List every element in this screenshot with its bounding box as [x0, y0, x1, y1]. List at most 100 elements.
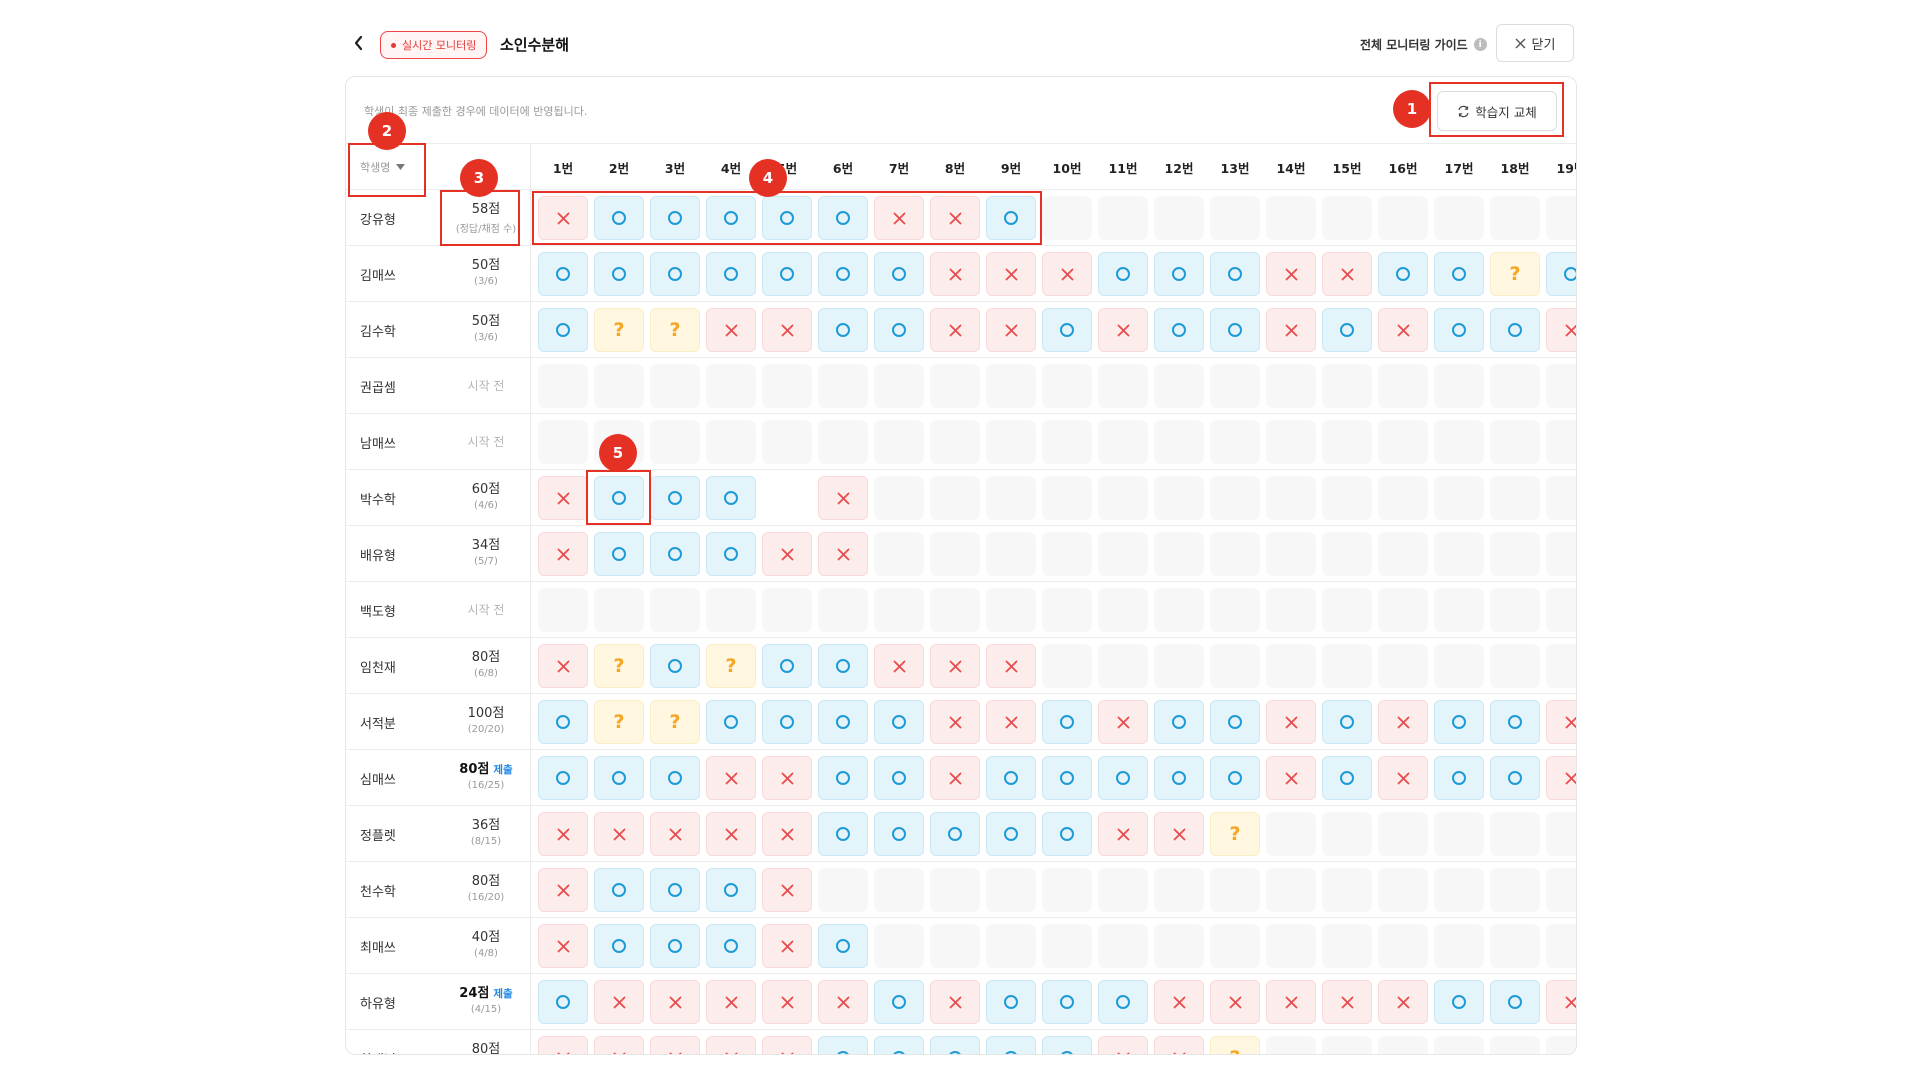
answer-cell-correct[interactable] — [818, 252, 868, 296]
answer-cell-wrong[interactable] — [1266, 252, 1316, 296]
answer-cell-unknown[interactable]: ? — [1210, 1036, 1260, 1054]
answer-cell-wrong[interactable] — [706, 812, 756, 856]
answer-cell-correct[interactable] — [1322, 756, 1372, 800]
answer-cell-unknown[interactable]: ? — [1490, 252, 1540, 296]
answer-cell-correct[interactable] — [1322, 700, 1372, 744]
answer-cell-wrong[interactable] — [1154, 1036, 1204, 1054]
answer-cell-wrong[interactable] — [1378, 756, 1428, 800]
answer-cell-correct[interactable] — [706, 868, 756, 912]
answer-cell-wrong[interactable] — [930, 308, 980, 352]
answer-cell-correct[interactable] — [1434, 308, 1484, 352]
student-name[interactable]: 김수학 — [360, 321, 396, 340]
answer-cell-correct[interactable] — [1042, 812, 1092, 856]
answer-cell-correct[interactable] — [650, 924, 700, 968]
answer-cell-correct[interactable] — [1378, 252, 1428, 296]
answer-cell-correct[interactable] — [538, 980, 588, 1024]
student-name[interactable]: 최매쓰 — [360, 937, 396, 956]
answer-cell-correct[interactable] — [986, 756, 1036, 800]
answer-cell-correct[interactable] — [1042, 308, 1092, 352]
answer-cell-correct[interactable] — [650, 252, 700, 296]
answer-cell-correct[interactable] — [706, 476, 756, 520]
answer-cell-unknown[interactable]: ? — [594, 644, 644, 688]
answer-cell-correct[interactable] — [986, 812, 1036, 856]
answer-cell-correct[interactable] — [1210, 308, 1260, 352]
answer-cell-unknown[interactable]: ? — [594, 308, 644, 352]
answer-cell-correct[interactable] — [1154, 700, 1204, 744]
answer-cell-wrong[interactable] — [538, 812, 588, 856]
answer-cell-wrong[interactable] — [594, 812, 644, 856]
answer-cell-correct[interactable] — [1210, 756, 1260, 800]
answer-cell-correct[interactable] — [874, 700, 924, 744]
answer-cell-correct[interactable] — [762, 644, 812, 688]
answer-cell-wrong[interactable] — [1546, 700, 1576, 744]
answer-cell-wrong[interactable] — [1546, 756, 1576, 800]
answer-cell-correct[interactable] — [1490, 700, 1540, 744]
answer-cell-correct[interactable] — [818, 924, 868, 968]
answer-cell-correct[interactable] — [1098, 980, 1148, 1024]
student-name[interactable]: 권곱셈 — [360, 377, 396, 396]
answer-cell-wrong[interactable] — [538, 1036, 588, 1054]
answer-cell-correct[interactable] — [874, 756, 924, 800]
student-name[interactable]: 박수학 — [360, 489, 396, 508]
answer-cell-wrong[interactable] — [930, 644, 980, 688]
answer-cell-wrong[interactable] — [1098, 308, 1148, 352]
student-name[interactable]: 서적분 — [360, 713, 396, 732]
answer-cell-correct[interactable] — [1434, 700, 1484, 744]
student-name[interactable]: 강유형 — [360, 209, 396, 228]
answer-cell-correct[interactable] — [538, 756, 588, 800]
answer-cell-correct[interactable] — [986, 1036, 1036, 1054]
answer-cell-wrong[interactable] — [706, 308, 756, 352]
answer-cell-wrong[interactable] — [930, 756, 980, 800]
answer-cell-correct[interactable] — [818, 756, 868, 800]
answer-cell-correct[interactable] — [1098, 756, 1148, 800]
answer-cell-wrong[interactable] — [762, 812, 812, 856]
answer-cell-wrong[interactable] — [1378, 980, 1428, 1024]
answer-cell-correct[interactable] — [930, 1036, 980, 1054]
student-name[interactable]: 천수학 — [360, 881, 396, 900]
student-name[interactable]: 김매쓰 — [360, 265, 396, 284]
answer-cell-correct[interactable] — [650, 532, 700, 576]
answer-cell-wrong[interactable] — [874, 644, 924, 688]
answer-cell-correct[interactable] — [1490, 980, 1540, 1024]
answer-cell-correct[interactable] — [706, 700, 756, 744]
answer-cell-wrong[interactable] — [762, 308, 812, 352]
answer-cell-wrong[interactable] — [538, 868, 588, 912]
answer-cell-correct[interactable] — [818, 308, 868, 352]
answer-cell-wrong[interactable] — [930, 700, 980, 744]
answer-cell-unknown[interactable]: ? — [1210, 812, 1260, 856]
answer-cell-wrong[interactable] — [706, 980, 756, 1024]
answer-cell-wrong[interactable] — [706, 1036, 756, 1054]
answer-cell-correct[interactable] — [650, 644, 700, 688]
answer-cell-wrong[interactable] — [1546, 980, 1576, 1024]
answer-cell-correct[interactable] — [818, 700, 868, 744]
answer-cell-correct[interactable] — [1546, 252, 1576, 296]
answer-cell-unknown[interactable]: ? — [594, 700, 644, 744]
answer-cell-wrong[interactable] — [930, 252, 980, 296]
back-button[interactable] — [345, 28, 373, 58]
student-name[interactable]: 하유형 — [360, 993, 396, 1012]
answer-cell-wrong[interactable] — [1042, 252, 1092, 296]
student-name[interactable]: 한개념 — [360, 1049, 396, 1054]
answer-cell-wrong[interactable] — [986, 252, 1036, 296]
answer-cell-correct[interactable] — [650, 476, 700, 520]
answer-cell-correct[interactable] — [1154, 252, 1204, 296]
answer-cell-wrong[interactable] — [594, 980, 644, 1024]
answer-cell-wrong[interactable] — [762, 532, 812, 576]
answer-cell-correct[interactable] — [1434, 980, 1484, 1024]
student-name[interactable]: 백도형 — [360, 601, 396, 620]
answer-cell-correct[interactable] — [818, 644, 868, 688]
answer-cell-wrong[interactable] — [538, 476, 588, 520]
answer-cell-correct[interactable] — [538, 308, 588, 352]
answer-cell-wrong[interactable] — [1154, 980, 1204, 1024]
answer-cell-correct[interactable] — [1098, 252, 1148, 296]
answer-cell-unknown[interactable]: ? — [706, 644, 756, 688]
answer-cell-correct[interactable] — [594, 532, 644, 576]
answer-cell-wrong[interactable] — [1322, 980, 1372, 1024]
answer-cell-wrong[interactable] — [1098, 700, 1148, 744]
answer-cell-correct[interactable] — [1210, 252, 1260, 296]
student-name[interactable]: 남매쓰 — [360, 433, 396, 452]
answer-cell-wrong[interactable] — [538, 644, 588, 688]
answer-cell-correct[interactable] — [874, 1036, 924, 1054]
answer-cell-correct[interactable] — [594, 924, 644, 968]
answer-cell-correct[interactable] — [1042, 700, 1092, 744]
